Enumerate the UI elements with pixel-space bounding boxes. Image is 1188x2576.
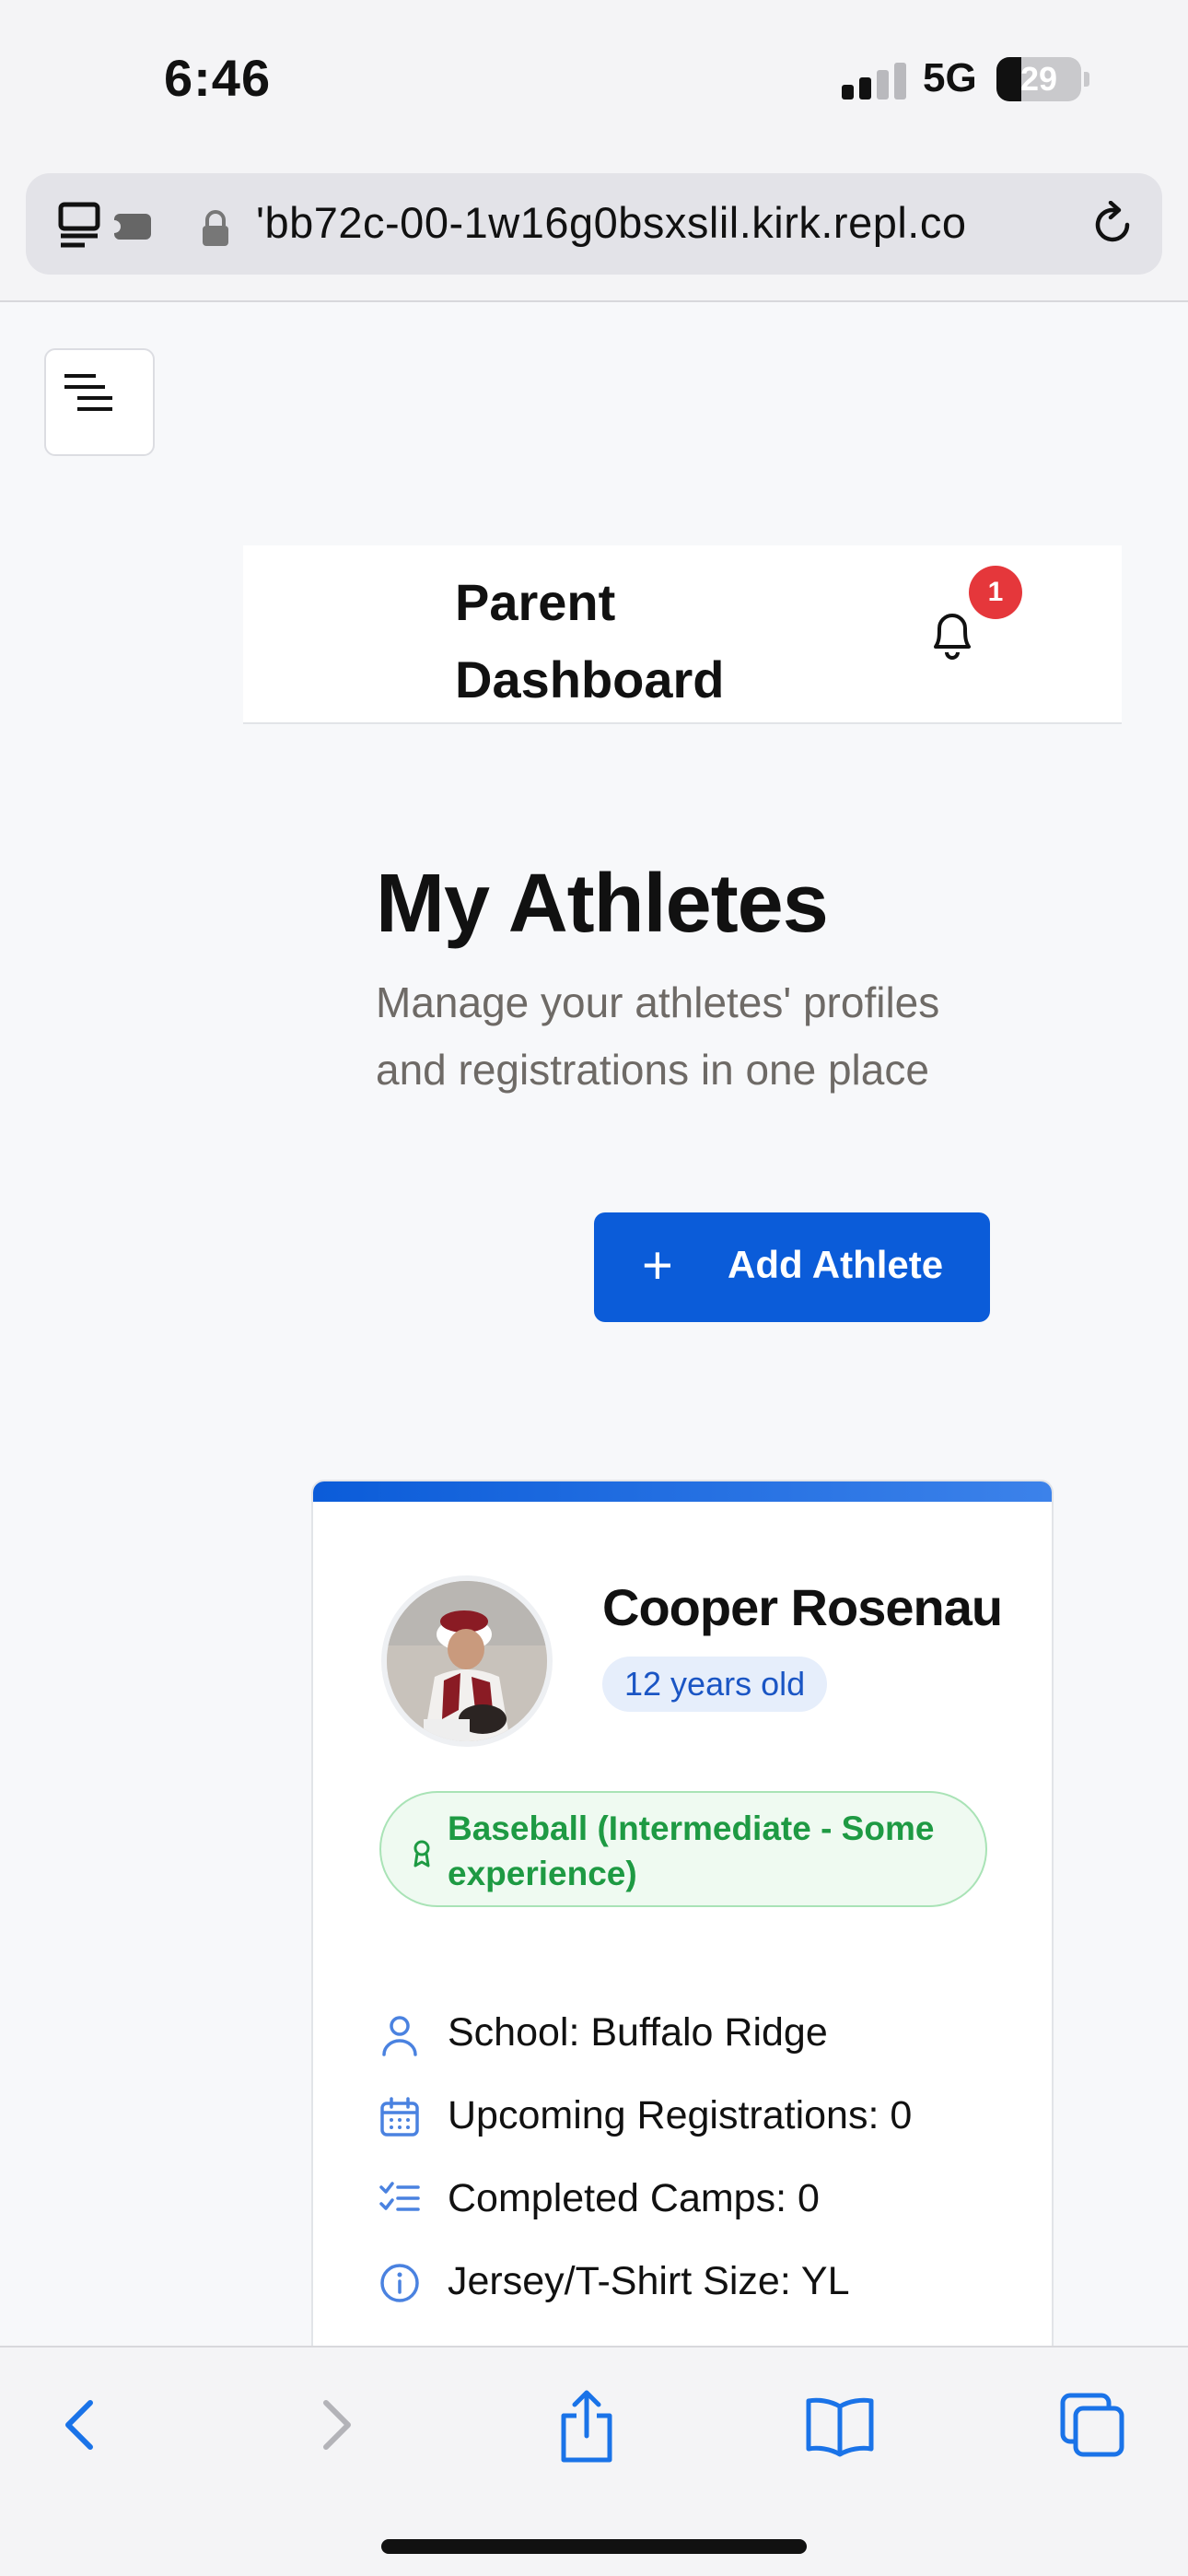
section-subtitle: Manage your athletes' profiles and regis… bbox=[376, 978, 940, 1094]
back-icon[interactable] bbox=[57, 2388, 103, 2462]
cellular-signal-icon bbox=[842, 61, 906, 100]
athlete-age-badge: 12 years old bbox=[602, 1657, 828, 1712]
address-bar[interactable]: 'bb72c-00-1w16g0bsxslil.kirk.repl.co bbox=[26, 173, 1162, 275]
dashboard-header: Parent Dashboard 1 bbox=[243, 545, 1122, 724]
home-indicator bbox=[381, 2539, 807, 2554]
page-title: Parent Dashboard bbox=[455, 573, 725, 708]
battery-level: 29 bbox=[1019, 60, 1058, 98]
add-athlete-button[interactable]: + Add Athlete bbox=[594, 1212, 990, 1322]
tabs-icon[interactable] bbox=[1055, 2388, 1129, 2462]
athlete-avatar bbox=[381, 1575, 553, 1747]
notification-bell-icon[interactable] bbox=[926, 606, 978, 662]
share-icon[interactable] bbox=[556, 2388, 617, 2465]
notification-count-badge: 1 bbox=[969, 566, 1022, 619]
completed-camps-text: Completed Camps: 0 bbox=[448, 2176, 820, 2220]
sidebar-toggle-button[interactable] bbox=[44, 348, 155, 456]
sport-level-text: Baseball (Intermediate - Some experience… bbox=[448, 1809, 935, 1892]
info-icon bbox=[380, 2264, 419, 2302]
athlete-name: Cooper Rosenau bbox=[602, 1578, 1003, 1636]
page-menu-icon[interactable] bbox=[57, 201, 158, 249]
menu-icon bbox=[64, 374, 112, 411]
sport-level-badge: Baseball (Intermediate - Some experience… bbox=[379, 1791, 987, 1907]
athlete-card[interactable]: Cooper Rosenau 12 years old Baseball (In… bbox=[311, 1480, 1054, 2401]
jersey-size-text: Jersey/T-Shirt Size: YL bbox=[448, 2259, 850, 2303]
plus-icon: + bbox=[642, 1235, 673, 1295]
upcoming-registrations-text: Upcoming Registrations: 0 bbox=[448, 2093, 913, 2137]
status-time: 6:46 bbox=[164, 49, 272, 107]
card-accent-bar bbox=[313, 1481, 1052, 1502]
school-text: School: Buffalo Ridge bbox=[448, 2010, 828, 2055]
battery-cap bbox=[1084, 72, 1089, 87]
forward-icon[interactable] bbox=[313, 2388, 359, 2462]
calendar-icon bbox=[380, 2097, 419, 2137]
add-athlete-label: Add Athlete bbox=[728, 1243, 944, 1286]
reload-icon[interactable] bbox=[1089, 201, 1136, 249]
checklist-icon bbox=[379, 2182, 420, 2211]
bookmarks-icon[interactable] bbox=[803, 2388, 877, 2462]
battery-icon: 29 bbox=[996, 57, 1081, 101]
award-icon bbox=[413, 1840, 430, 1868]
url-text[interactable]: 'bb72c-00-1w16g0bsxslil.kirk.repl.co bbox=[256, 197, 1103, 252]
status-bar: 6:46 5G 29 bbox=[0, 0, 1188, 157]
person-icon bbox=[382, 2016, 417, 2056]
section-title: My Athletes bbox=[376, 858, 829, 950]
browser-address-area: 'bb72c-00-1w16g0bsxslil.kirk.repl.co bbox=[0, 157, 1188, 302]
lock-icon bbox=[203, 210, 228, 246]
network-type: 5G bbox=[923, 55, 977, 100]
